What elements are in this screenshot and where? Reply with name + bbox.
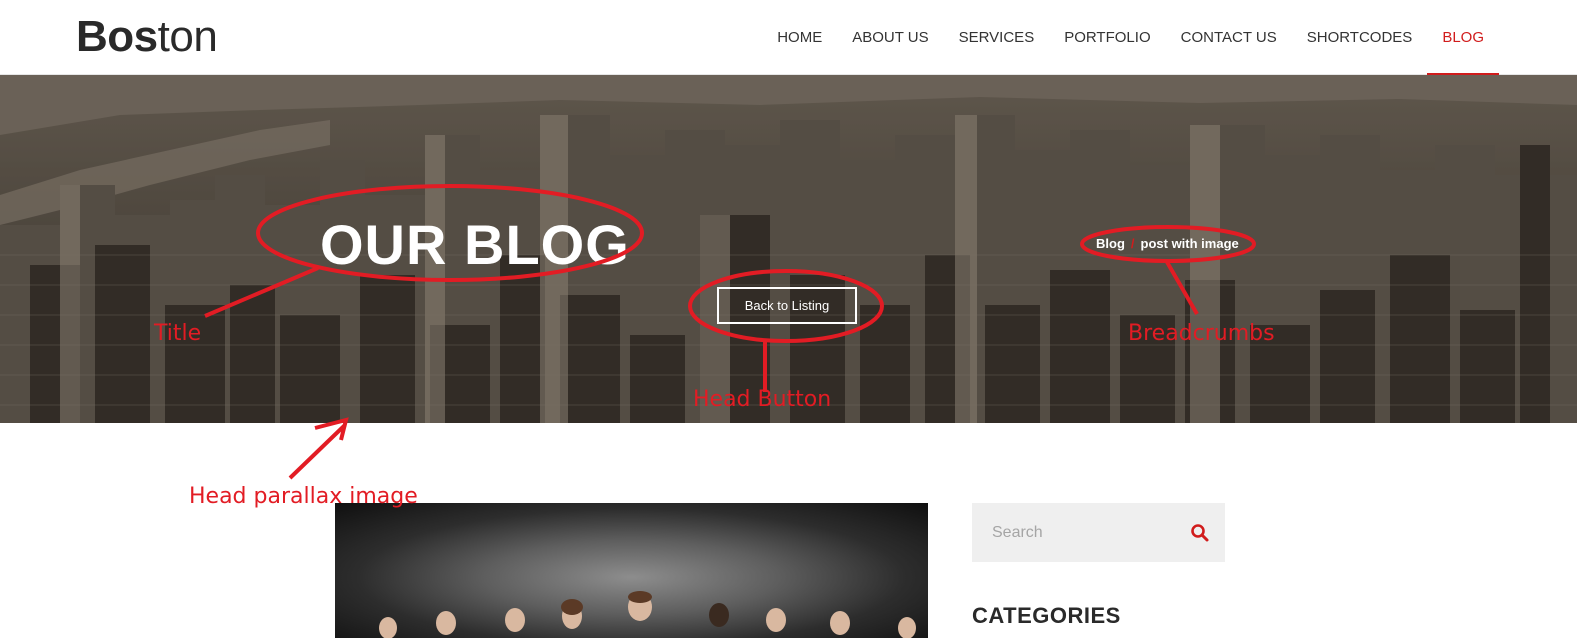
nav-item-portfolio[interactable]: PORTFOLIO [1049,0,1165,75]
categories-heading: CATEGORIES [972,603,1121,628]
breadcrumb-link-blog[interactable]: Blog [1096,236,1125,251]
nav-item-contact-us[interactable]: CONTACT US [1166,0,1292,75]
annotation-parallax-label: Head parallax image [189,484,418,509]
head-parallax-image: OUR BLOG Back to Listing Blog / post wit… [0,75,1577,423]
breadcrumb-current: post with image [1140,236,1239,251]
sidebar-search [972,503,1225,562]
nav-item-shortcodes[interactable]: SHORTCODES [1292,0,1428,75]
group-of-people-image [379,591,916,638]
back-to-listing-button[interactable]: Back to Listing [717,287,857,324]
site-logo[interactable]: Boston [76,12,218,62]
nav-item-home[interactable]: HOME [762,0,837,75]
search-icon[interactable] [1190,523,1210,543]
annotation-breadcrumbs-label: Breadcrumbs [1128,321,1275,346]
annotation-title-label: Title [154,321,202,346]
nav-item-about-us[interactable]: ABOUT US [837,0,943,75]
search-input[interactable] [972,523,1172,542]
main-nav: HOME ABOUT US SERVICES PORTFOLIO CONTACT… [762,0,1499,76]
annotation-button-label: Head Button [693,387,832,412]
nav-item-blog[interactable]: BLOG [1427,0,1499,76]
logo-bold-text: Bos [76,12,158,61]
logo-light-text: ton [157,12,218,61]
breadcrumb-separator: / [1130,236,1135,251]
city-skyline-image [0,75,1577,423]
nav-item-services[interactable]: SERVICES [944,0,1050,75]
post-featured-image [335,503,928,638]
page-title: OUR BLOG [320,213,630,276]
site-header: Boston HOME ABOUT US SERVICES PORTFOLIO … [0,0,1577,76]
breadcrumb: Blog / post with image [1096,236,1239,251]
